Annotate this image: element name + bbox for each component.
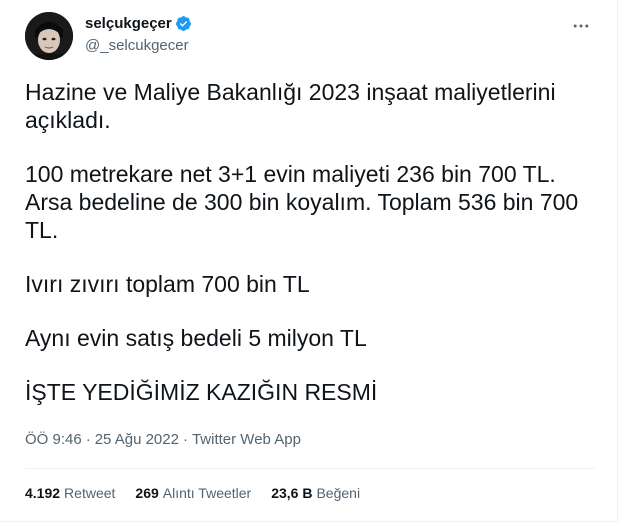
display-name[interactable]: selçukgeçer [85, 15, 172, 32]
tweet-card: selçukgeçer @_selcukgecer Hazine ve Mali… [0, 0, 618, 522]
quotes-label: Alıntı Tweetler [162, 485, 252, 501]
tweet-source[interactable]: Twitter Web App [192, 431, 301, 448]
tweet-paragraph: Aynı evin satış bedeli 5 milyon TL [25, 325, 367, 351]
quotes-stat[interactable]: 269 Alıntı Tweetler [135, 485, 251, 501]
avatar[interactable] [25, 12, 73, 60]
tweet-paragraph: 100 metrekare net 3+1 evin maliyeti 236 … [25, 161, 579, 243]
avatar-image [25, 12, 73, 60]
divider [25, 468, 595, 469]
user-handle[interactable]: @_selcukgecer [85, 37, 189, 54]
tweet-paragraph: Hazine ve Maliye Bakanlığı 2023 inşaat m… [25, 79, 556, 133]
tweet-date[interactable]: 25 Ağu 2022 [95, 431, 179, 448]
tweet-meta: ÖÖ 9:46 · 25 Ağu 2022 · Twitter Web App [25, 431, 301, 448]
more-options-button[interactable] [569, 14, 593, 38]
tweet-text: Hazine ve Maliye Bakanlığı 2023 inşaat m… [25, 78, 595, 406]
more-horizontal-icon [573, 24, 589, 28]
likes-count: 23,6 B [271, 485, 313, 501]
retweets-count: 4.192 [25, 485, 61, 501]
tweet-stats: 4.192 Retweet 269 Alıntı Tweetler 23,6 B… [25, 485, 360, 501]
name-row: selçukgeçer [85, 15, 192, 32]
verified-badge-icon [175, 15, 192, 32]
retweets-stat[interactable]: 4.192 Retweet [25, 485, 115, 501]
likes-label: Beğeni [316, 485, 361, 501]
tweet-paragraph: İŞTE YEDİĞİMİZ KAZIĞIN RESMİ [25, 379, 378, 405]
likes-stat[interactable]: 23,6 B Beğeni [271, 485, 360, 501]
meta-separator: · [85, 431, 91, 448]
tweet-paragraph: Ivırı zıvırı toplam 700 bin TL [25, 271, 310, 297]
retweets-label: Retweet [64, 485, 116, 501]
tweet-time[interactable]: ÖÖ 9:46 [25, 431, 82, 448]
meta-separator: · [182, 431, 188, 448]
quotes-count: 269 [135, 485, 159, 501]
